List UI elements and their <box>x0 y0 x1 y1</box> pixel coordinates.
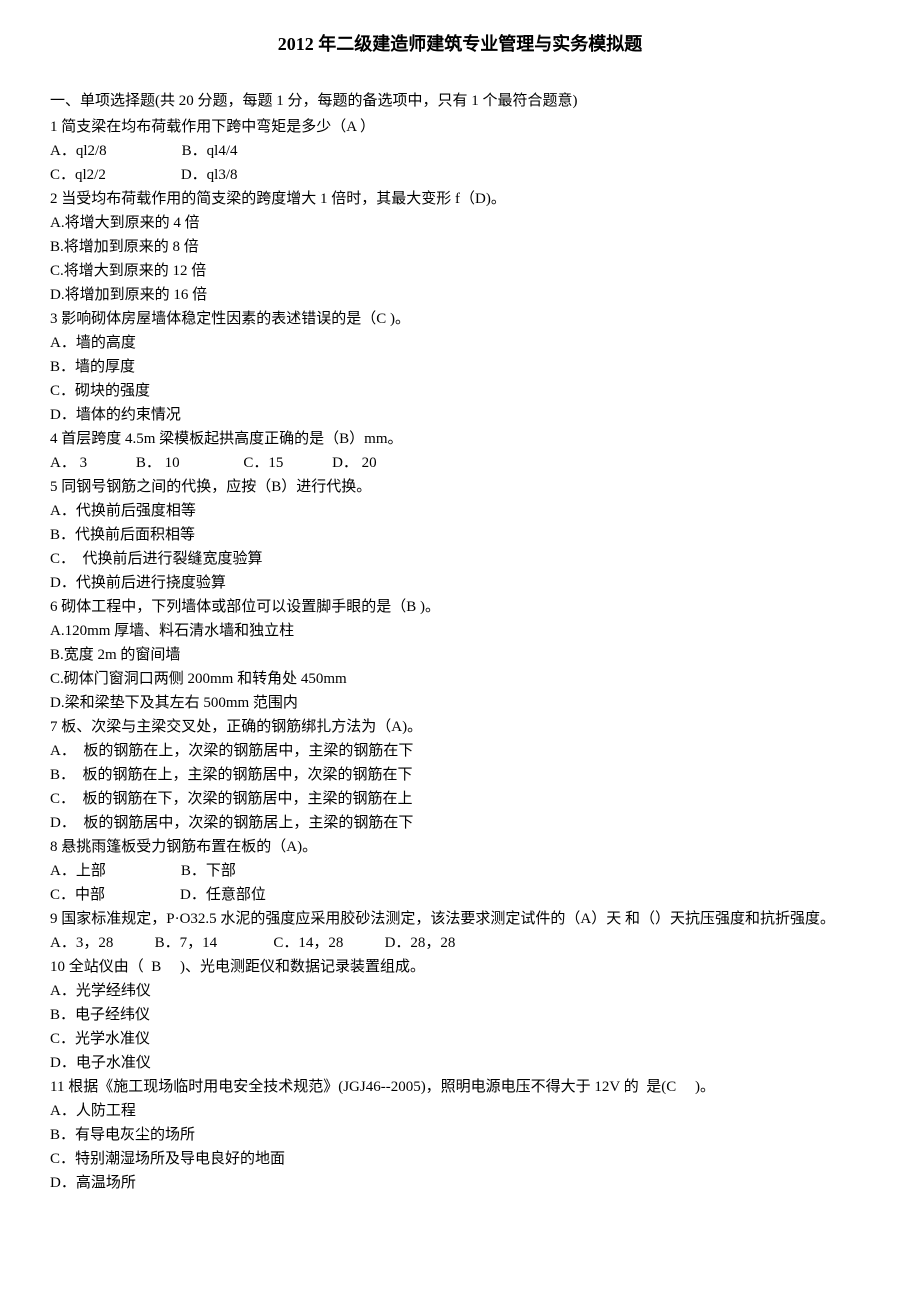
q6-option-a: A.120mm 厚墙、料石清水墙和独立柱 <box>50 619 870 643</box>
q10-option-a: A．光学经纬仪 <box>50 979 870 1003</box>
q7-option-b: B． 板的钢筋在上，主梁的钢筋居中，次梁的钢筋在下 <box>50 763 870 787</box>
q4-options: A． 3 B． 10 C．15 D． 20 <box>50 451 870 475</box>
q11-option-d: D．高温场所 <box>50 1171 870 1195</box>
q10-option-c: C．光学水准仪 <box>50 1027 870 1051</box>
q2-option-d: D.将增加到原来的 16 倍 <box>50 283 870 307</box>
q9-options: A．3，28 B．7，14 C．14，28 D．28，28 <box>50 931 870 955</box>
q7-stem: 7 板、次梁与主梁交叉处，正确的钢筋绑扎方法为（A)。 <box>50 715 870 739</box>
q5-option-d: D．代换前后进行挠度验算 <box>50 571 870 595</box>
q8-options-cd: C．中部 D．任意部位 <box>50 883 870 907</box>
q1-options-cd: C．ql2/2 D．ql3/8 <box>50 163 870 187</box>
q11-stem: 11 根据《施工现场临时用电安全技术规范》(JGJ46--2005)，照明电源电… <box>50 1075 870 1099</box>
q5-option-a: A．代换前后强度相等 <box>50 499 870 523</box>
q6-option-b: B.宽度 2m 的窗间墙 <box>50 643 870 667</box>
q7-option-c: C． 板的钢筋在下，次梁的钢筋居中，主梁的钢筋在上 <box>50 787 870 811</box>
section-1-header: 一、单项选择题(共 20 分题，每题 1 分，每题的备选项中，只有 1 个最符合… <box>50 89 870 113</box>
q5-option-c: C． 代换前后进行裂缝宽度验算 <box>50 547 870 571</box>
q10-stem: 10 全站仪由（ B )、光电测距仪和数据记录装置组成。 <box>50 955 870 979</box>
q7-option-d: D． 板的钢筋居中，次梁的钢筋居上，主梁的钢筋在下 <box>50 811 870 835</box>
q6-option-c: C.砌体门窗洞口两侧 200mm 和转角处 450mm <box>50 667 870 691</box>
q3-option-c: C．砌块的强度 <box>50 379 870 403</box>
q8-options-ab: A．上部 B．下部 <box>50 859 870 883</box>
q5-stem: 5 同钢号钢筋之间的代换，应按（B）进行代换。 <box>50 475 870 499</box>
q9-stem: 9 国家标准规定，P·O32.5 水泥的强度应采用胶砂法测定，该法要求测定试件的… <box>50 907 870 931</box>
q1-stem: 1 简支梁在均布荷载作用下跨中弯矩是多少（A ） <box>50 115 870 139</box>
q7-option-a: A． 板的钢筋在上，次梁的钢筋居中，主梁的钢筋在下 <box>50 739 870 763</box>
q4-stem: 4 首层跨度 4.5m 梁模板起拱高度正确的是（B）mm。 <box>50 427 870 451</box>
q2-stem: 2 当受均布荷载作用的简支梁的跨度增大 1 倍时，其最大变形 f（D)。 <box>50 187 870 211</box>
q10-option-d: D．电子水准仪 <box>50 1051 870 1075</box>
q8-stem: 8 悬挑雨篷板受力钢筋布置在板的（A)。 <box>50 835 870 859</box>
q3-stem: 3 影响砌体房屋墙体稳定性因素的表述错误的是（C )。 <box>50 307 870 331</box>
q2-option-c: C.将增大到原来的 12 倍 <box>50 259 870 283</box>
q5-option-b: B．代换前后面积相等 <box>50 523 870 547</box>
q6-option-d: D.梁和梁垫下及其左右 500mm 范围内 <box>50 691 870 715</box>
q10-option-b: B．电子经纬仪 <box>50 1003 870 1027</box>
page-title: 2012 年二级建造师建筑专业管理与实务模拟题 <box>50 30 870 59</box>
q11-option-b: B．有导电灰尘的场所 <box>50 1123 870 1147</box>
q3-option-a: A．墙的高度 <box>50 331 870 355</box>
q11-option-a: A．人防工程 <box>50 1099 870 1123</box>
q2-option-b: B.将增加到原来的 8 倍 <box>50 235 870 259</box>
q1-options-ab: A．ql2/8 B．ql4/4 <box>50 139 870 163</box>
q2-option-a: A.将增大到原来的 4 倍 <box>50 211 870 235</box>
q6-stem: 6 砌体工程中，下列墙体或部位可以设置脚手眼的是（B )。 <box>50 595 870 619</box>
q3-option-b: B．墙的厚度 <box>50 355 870 379</box>
q11-option-c: C．特别潮湿场所及导电良好的地面 <box>50 1147 870 1171</box>
q3-option-d: D．墙体的约束情况 <box>50 403 870 427</box>
